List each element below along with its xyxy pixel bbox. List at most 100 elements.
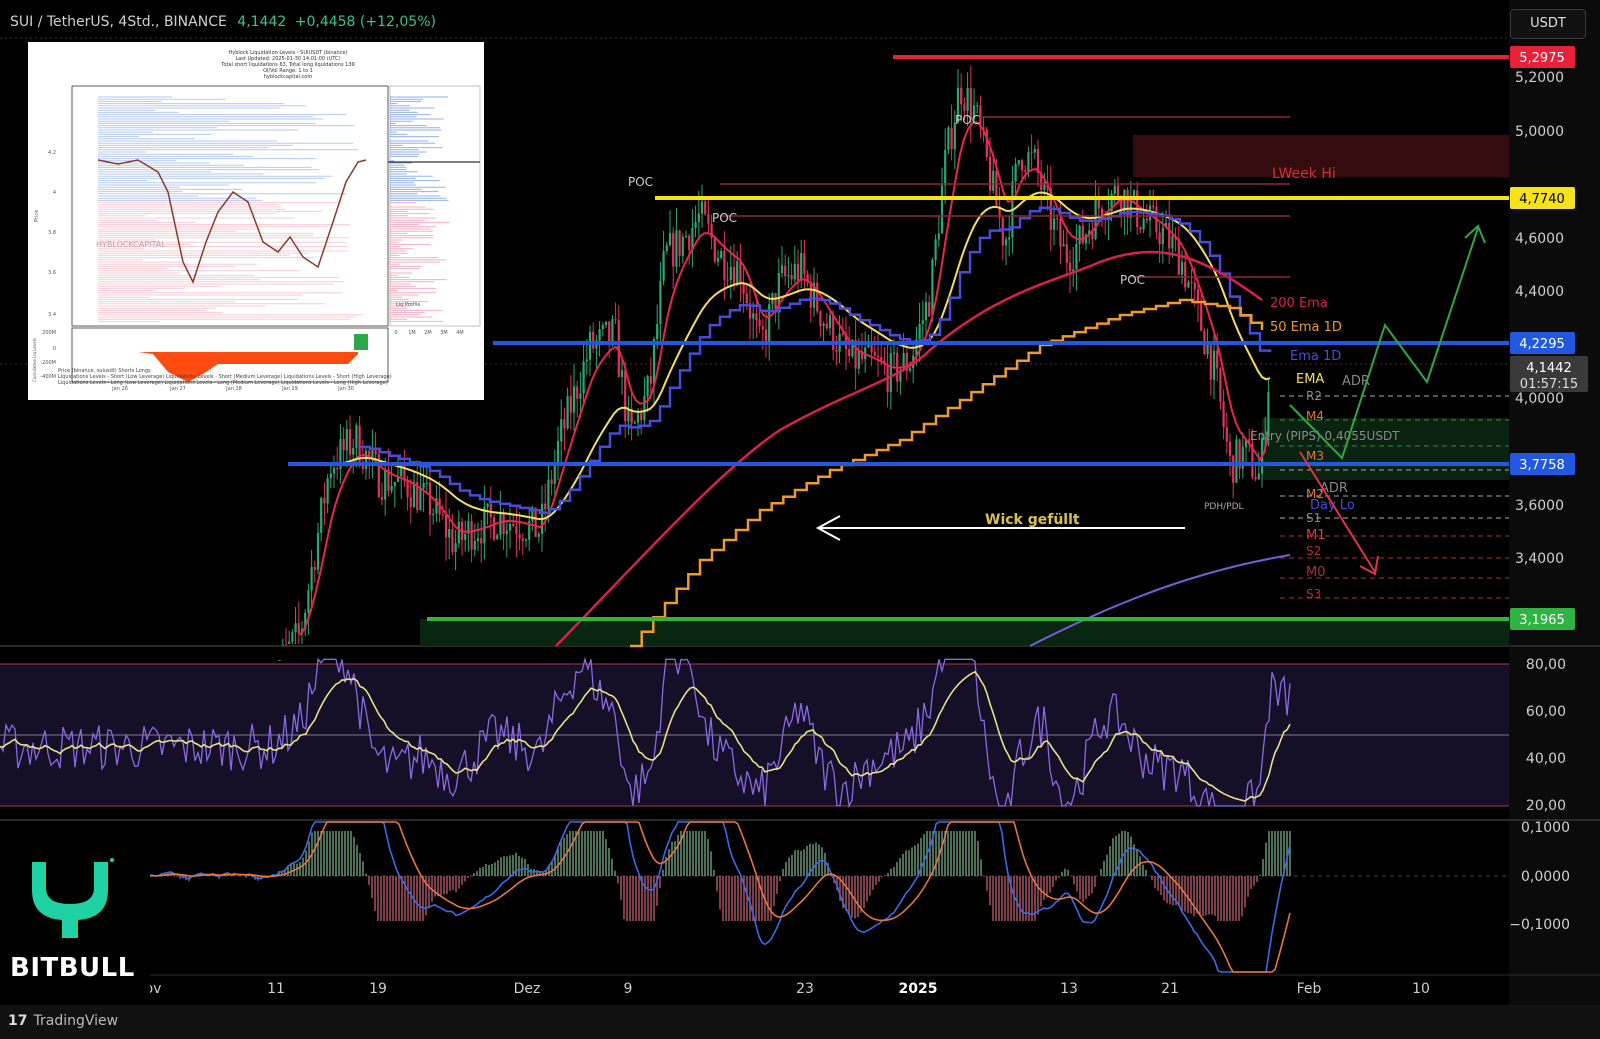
candle-body xyxy=(960,87,963,105)
candle-body xyxy=(579,393,582,399)
candle-body xyxy=(1081,225,1084,244)
candle-body xyxy=(700,201,704,214)
symbol-info[interactable]: SUI / TetherUS, 4Std., BINANCE xyxy=(10,14,227,30)
inset-title: Hyblock Liquidation Levels - SUIUSDT (bi… xyxy=(148,50,428,80)
candle-body xyxy=(707,214,710,224)
candle-body xyxy=(924,302,928,321)
candle-body xyxy=(281,644,284,646)
candle-body xyxy=(1232,455,1235,483)
time-tick-label: 11 xyxy=(267,981,285,997)
candle-body xyxy=(1184,261,1187,288)
candle-body xyxy=(704,201,707,215)
symbol-header: SUI / TetherUS, 4Std., BINANCE 4,1442 +0… xyxy=(10,14,436,30)
inset-cum-tick: -200M xyxy=(40,360,56,366)
candle-body xyxy=(585,359,588,362)
candle-body xyxy=(502,513,505,534)
candle-body xyxy=(755,313,758,320)
candle-body xyxy=(291,632,294,642)
rsi-tick-label: 80,00 xyxy=(1526,657,1566,673)
candle-body xyxy=(1216,350,1219,369)
inset-x-tick: Jan 30 xyxy=(337,386,354,392)
candle-body xyxy=(342,439,345,451)
candle-body xyxy=(1142,218,1145,230)
candle-body xyxy=(524,539,528,541)
candle-body xyxy=(588,331,592,360)
candle-body xyxy=(1065,244,1068,263)
support-zone xyxy=(420,619,1509,646)
candle-body xyxy=(550,479,553,484)
s2-label: S2 xyxy=(1306,544,1321,558)
candle-body xyxy=(454,543,457,553)
candle-body xyxy=(684,235,688,237)
candle-body xyxy=(1027,152,1030,172)
macd-tick-label: 0,0000 xyxy=(1521,869,1570,885)
candle-body xyxy=(448,528,451,538)
inset-liq-tick: 1M xyxy=(408,330,416,336)
candle-body xyxy=(729,267,732,281)
candle-body xyxy=(432,513,435,515)
candle-body xyxy=(556,441,560,464)
candle-body xyxy=(1024,170,1027,172)
candle-body xyxy=(1004,239,1008,246)
lweek-hi-label: LWeek Hi xyxy=(1272,166,1336,182)
candle-body xyxy=(636,413,640,423)
candle-body xyxy=(364,450,368,469)
candle-body xyxy=(611,319,614,342)
candle-body xyxy=(1225,427,1228,442)
macd-tick-label: 0,1000 xyxy=(1521,820,1570,836)
candle-body xyxy=(572,386,576,413)
candle-body xyxy=(848,349,851,356)
candle-body xyxy=(569,395,572,413)
candle-body xyxy=(665,245,668,252)
candle-body xyxy=(553,463,556,484)
macd-tick-label: −0,1000 xyxy=(1509,917,1570,933)
candle-body xyxy=(1171,236,1174,249)
candle-body xyxy=(726,279,729,281)
candle-body xyxy=(752,313,755,319)
candle-body xyxy=(428,482,432,515)
rsi-tick-label: 40,00 xyxy=(1526,751,1566,767)
candle-body xyxy=(313,567,316,570)
tradingview-brand[interactable]: 17 TradingView xyxy=(8,1013,118,1029)
candle-body xyxy=(713,237,716,262)
inset-liq-tick: 0 xyxy=(394,330,397,336)
candle-body xyxy=(515,526,518,535)
candle-body xyxy=(1113,185,1116,194)
candle-body xyxy=(985,129,988,157)
candle-body xyxy=(1222,401,1225,428)
candle-body xyxy=(1001,217,1004,246)
s1-label: S1 xyxy=(1306,511,1321,525)
inset-x-tick: Jan 29 xyxy=(281,386,298,392)
candle-body xyxy=(880,357,883,361)
candle-body xyxy=(1068,262,1072,272)
long-entry-zone xyxy=(1262,418,1509,480)
candle-body xyxy=(1168,222,1171,249)
rsi-tick-label: 20,00 xyxy=(1526,798,1566,814)
candle-body xyxy=(1097,199,1100,209)
candle-body xyxy=(1152,205,1155,208)
candle-body xyxy=(876,355,880,358)
logo-text: BITBULL xyxy=(10,953,135,983)
inset-y-tick: 4.2 xyxy=(48,150,56,156)
candle-body xyxy=(582,361,585,394)
liquidation-levels-inset: Jan 26 Jan 27 Jan 28 Jan 29 Jan 30 4.2 4 3.8 3.6… xyxy=(28,42,484,400)
inset-price-frame xyxy=(71,85,389,327)
candle-body xyxy=(1078,225,1081,245)
candle-body xyxy=(944,149,947,186)
currency-button[interactable]: USDT xyxy=(1510,9,1586,39)
candle-body xyxy=(892,352,896,354)
current-price-label: 4,1442 xyxy=(1526,361,1572,376)
price-tick-label: 5,0000 xyxy=(1515,124,1564,140)
candle-body xyxy=(646,376,649,396)
price-tick-label: 3,6000 xyxy=(1515,498,1564,514)
candle-body xyxy=(336,467,339,469)
candle-body xyxy=(419,488,422,510)
liquidation-chart: Jan 26 Jan 27 Jan 28 Jan 29 Jan 30 4.2 4 3.8 3.6… xyxy=(32,85,481,392)
candle-body xyxy=(537,533,540,537)
candle-body xyxy=(441,514,444,516)
price-tick-label: 4,4000 xyxy=(1515,284,1564,300)
tradingview-logo-icon: 17 xyxy=(8,1013,28,1029)
inset-x-tick: Jan 26 xyxy=(111,386,128,392)
candle-body xyxy=(505,530,508,534)
candle-body xyxy=(1008,237,1011,240)
